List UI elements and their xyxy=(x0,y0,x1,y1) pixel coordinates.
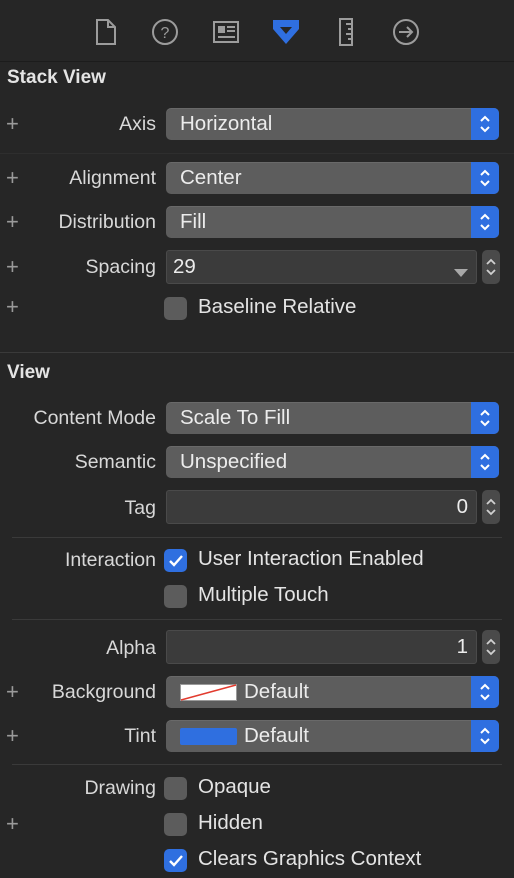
axis-plus-button[interactable]: + xyxy=(6,113,19,135)
divider xyxy=(12,537,502,538)
distribution-value: Fill xyxy=(180,210,207,233)
hidden-checkbox[interactable] xyxy=(164,813,187,836)
drawing-label: Drawing xyxy=(84,777,156,799)
background-plus-button[interactable]: + xyxy=(6,681,19,703)
opaque-checkbox[interactable] xyxy=(164,777,187,800)
user-interaction-checkbox[interactable] xyxy=(164,549,187,572)
multiple-touch-checkbox[interactable] xyxy=(164,585,187,608)
alignment-label: Alignment xyxy=(69,167,156,189)
spacing-stepper[interactable] xyxy=(482,250,500,284)
content-mode-popup[interactable]: Scale To Fill xyxy=(166,402,499,434)
spacing-plus-button[interactable]: + xyxy=(6,256,19,278)
divider xyxy=(12,764,502,765)
distribution-plus-button[interactable]: + xyxy=(6,211,19,233)
axis-value: Horizontal xyxy=(180,112,273,135)
tag-stepper[interactable] xyxy=(482,490,500,524)
content-mode-label: Content Mode xyxy=(33,407,157,429)
clears-graphics-context-label: Clears Graphics Context xyxy=(198,847,422,870)
alignment-popup[interactable]: Center xyxy=(166,162,499,194)
up-down-chevron-icon xyxy=(471,162,499,194)
baseline-plus-button[interactable]: + xyxy=(6,296,19,318)
checkmark-icon xyxy=(168,554,183,567)
stack-view-section-title: Stack View xyxy=(7,67,106,88)
semantic-value: Unspecified xyxy=(180,450,288,473)
alpha-field[interactable]: 1 xyxy=(166,630,477,664)
tint-value: Default xyxy=(244,724,309,747)
size-inspector-icon[interactable] xyxy=(328,14,364,50)
tint-label: Tint xyxy=(124,725,156,747)
background-value: Default xyxy=(244,680,309,703)
alpha-stepper[interactable] xyxy=(482,630,500,664)
semantic-label: Semantic xyxy=(74,451,156,473)
up-down-chevron-icon xyxy=(471,676,499,708)
multiple-touch-label: Multiple Touch xyxy=(198,583,329,606)
identity-inspector-icon[interactable] xyxy=(208,14,244,50)
view-section-title: View xyxy=(7,362,50,383)
tag-field[interactable]: 0 xyxy=(166,490,477,524)
checkmark-icon xyxy=(168,854,183,867)
tint-color-popup[interactable]: Default xyxy=(166,720,499,752)
divider xyxy=(12,619,502,620)
file-inspector-icon[interactable] xyxy=(88,14,124,50)
semantic-popup[interactable]: Unspecified xyxy=(166,446,499,478)
up-down-chevron-icon xyxy=(471,108,499,140)
up-down-chevron-icon xyxy=(471,720,499,752)
up-down-chevron-icon xyxy=(471,206,499,238)
spacing-value: 29 xyxy=(173,255,196,278)
hidden-plus-button[interactable]: + xyxy=(6,813,19,835)
user-interaction-label: User Interaction Enabled xyxy=(198,547,424,570)
divider xyxy=(0,153,514,154)
spacing-label: Spacing xyxy=(85,256,156,278)
tag-label: Tag xyxy=(124,497,156,519)
background-color-popup[interactable]: Default xyxy=(166,676,499,708)
inspector-toolbar: ? xyxy=(0,0,514,62)
svg-text:?: ? xyxy=(161,25,170,42)
baseline-relative-label: Baseline Relative xyxy=(198,295,357,318)
tint-color-swatch xyxy=(180,728,237,745)
up-down-chevron-icon xyxy=(471,446,499,478)
interaction-label: Interaction xyxy=(64,549,156,571)
no-color-swatch-icon xyxy=(180,684,237,706)
up-down-chevron-icon xyxy=(471,402,499,434)
clears-graphics-context-checkbox[interactable] xyxy=(164,849,187,872)
alpha-label: Alpha xyxy=(106,637,156,659)
section-divider xyxy=(0,352,514,353)
attributes-inspector-icon[interactable] xyxy=(268,14,304,50)
opaque-label: Opaque xyxy=(198,775,271,798)
dropdown-arrow-icon[interactable] xyxy=(454,264,468,282)
connections-inspector-icon[interactable] xyxy=(388,14,424,50)
alignment-value: Center xyxy=(180,166,242,189)
alignment-plus-button[interactable]: + xyxy=(6,167,19,189)
baseline-relative-checkbox[interactable] xyxy=(164,297,187,320)
tag-value: 0 xyxy=(456,495,468,518)
content-mode-value: Scale To Fill xyxy=(180,406,291,429)
quick-help-icon[interactable]: ? xyxy=(147,14,183,50)
background-label: Background xyxy=(51,681,156,703)
axis-label: Axis xyxy=(119,113,156,135)
distribution-popup[interactable]: Fill xyxy=(166,206,499,238)
alpha-value: 1 xyxy=(456,635,468,658)
distribution-label: Distribution xyxy=(58,211,156,233)
axis-popup[interactable]: Horizontal xyxy=(166,108,499,140)
hidden-label: Hidden xyxy=(198,811,263,834)
tint-plus-button[interactable]: + xyxy=(6,725,19,747)
spacing-combo-field[interactable]: 29 xyxy=(166,250,477,284)
